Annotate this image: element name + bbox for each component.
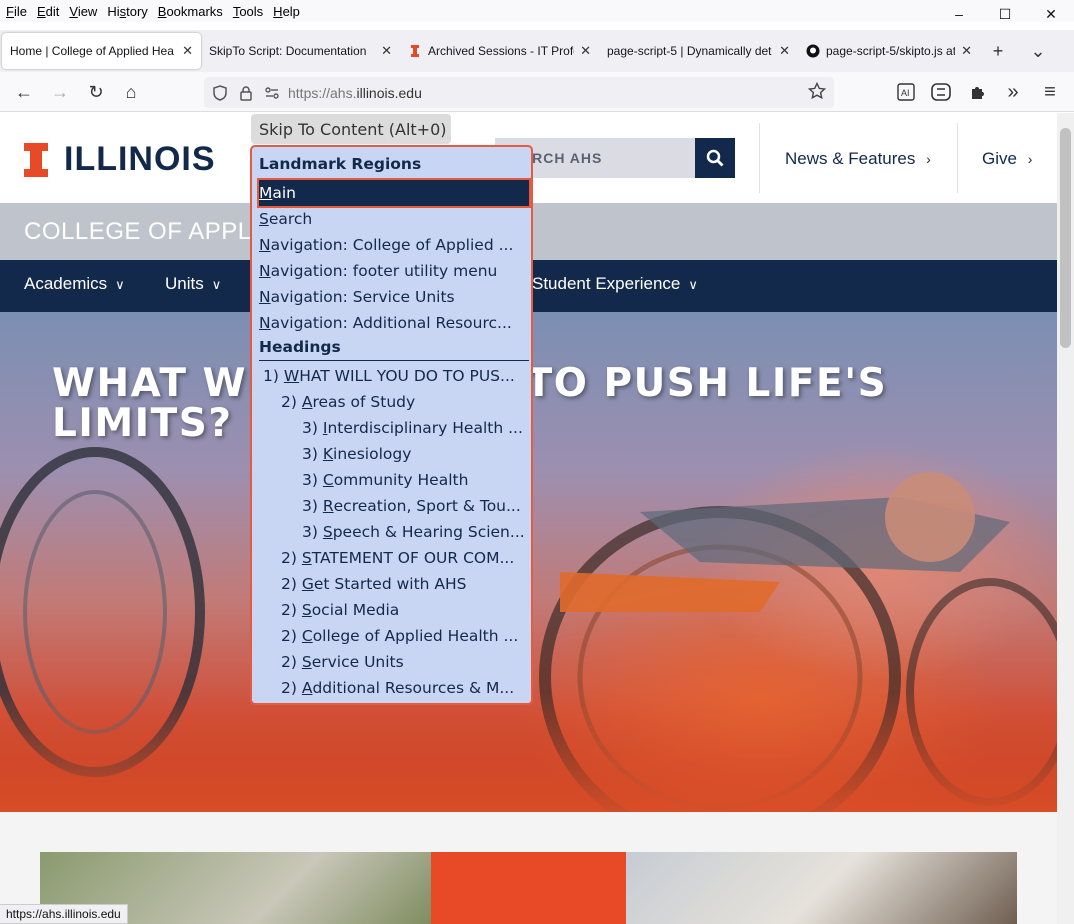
menu-bookmarks[interactable]: Bookmarks: [153, 4, 228, 19]
page-scrollbar[interactable]: [1057, 113, 1074, 924]
app-menu-button[interactable]: ≡: [1036, 78, 1064, 106]
tab-label: page-script-5/skipto.js at m: [826, 44, 956, 58]
skipto-button[interactable]: Skip To Content (Alt+0): [251, 114, 451, 144]
back-button[interactable]: ←: [10, 78, 38, 106]
url-bar[interactable]: https://ahs.illinois.edu: [204, 77, 834, 108]
news-features-link[interactable]: News & Features ›: [785, 149, 931, 169]
illinois-logo[interactable]: ILLINOIS: [24, 140, 216, 179]
tab-label: Home | College of Applied Hea: [10, 44, 174, 58]
menu-edit[interactable]: Edit: [32, 4, 64, 19]
skipto-heading-3[interactable]: 3) Kinesiology: [259, 441, 529, 467]
scrollbar-thumb[interactable]: [1060, 128, 1071, 348]
feature-orange-block[interactable]: [431, 852, 626, 924]
extension-s-icon[interactable]: [931, 83, 951, 101]
skipto-landmark-nav-additional[interactable]: Navigation: Additional Resourc...: [259, 310, 529, 336]
illinois-block-i-icon: [411, 45, 419, 57]
forward-button[interactable]: →: [46, 78, 74, 106]
overflow-menu-button[interactable]: »: [999, 78, 1027, 106]
divider: [759, 123, 760, 193]
skipto-heading-3[interactable]: 3) Community Health: [259, 467, 529, 493]
tab-page-script[interactable]: page-script-5 | Dynamically det ✕: [599, 33, 798, 69]
menu-tools[interactable]: Tools: [228, 4, 268, 19]
skipto-heading-2[interactable]: 2) Additional Resources & M...: [259, 675, 529, 701]
menu-file[interactable]: File: [0, 4, 32, 19]
skipto-heading-3[interactable]: 3) Recreation, Sport & Tou...: [259, 493, 529, 519]
close-tab-icon[interactable]: ✕: [961, 43, 972, 59]
headings-heading: Headings: [259, 338, 341, 356]
svg-text:AI: AI: [901, 88, 910, 98]
tab-github-skipto[interactable]: page-script-5/skipto.js at m ✕: [798, 33, 980, 69]
chevron-down-icon: ∨: [211, 277, 222, 292]
bookmark-star-icon[interactable]: [808, 82, 826, 100]
menu-bar: File Edit View History Bookmarks Tools H…: [0, 0, 1074, 22]
close-tab-icon[interactable]: ✕: [779, 43, 790, 59]
skipto-heading-2[interactable]: 2) S TATEMENT OF OUR COM...: [259, 545, 529, 571]
menu-view[interactable]: View: [64, 4, 102, 19]
skipto-landmark-nav-college[interactable]: Navigation: College of Applied ...: [259, 232, 529, 258]
track: [0, 692, 1057, 812]
tab-bar: Home | College of Applied Hea ✕ SkipTo S…: [0, 30, 1074, 72]
skipto-heading-3[interactable]: 3) Speech & Hearing Scien...: [259, 519, 529, 545]
close-tab-icon[interactable]: ✕: [580, 43, 591, 59]
nav-academics[interactable]: Academics ∨: [24, 274, 125, 294]
permissions-icon[interactable]: [264, 85, 280, 101]
skipto-menu: Landmark Regions Main Search Navigation:…: [250, 145, 533, 705]
tab-label: SkipTo Script: Documentation: [209, 44, 367, 58]
skipto-landmark-nav-service[interactable]: Navigation: Service Units: [259, 284, 529, 310]
github-icon: [806, 44, 820, 58]
close-tab-icon[interactable]: ✕: [182, 43, 193, 59]
skipto-heading-2[interactable]: 2) Social Media: [259, 597, 529, 623]
tab-label: Archived Sessions - IT Profes: [428, 44, 575, 58]
site-search-button[interactable]: [695, 138, 735, 178]
feature-image-people[interactable]: [626, 852, 1017, 924]
tab-archived-sessions[interactable]: Archived Sessions - IT Profes ✕: [400, 33, 599, 69]
nav-student-experience[interactable]: Student Experience ∨: [532, 274, 698, 294]
menu-help[interactable]: Help: [268, 4, 305, 19]
menu-history[interactable]: History: [102, 4, 152, 19]
new-tab-button[interactable]: +: [980, 33, 1016, 69]
skipto-landmark-nav-footer[interactable]: Navigation: footer utility menu: [259, 258, 529, 284]
reload-button[interactable]: ↻: [82, 78, 110, 106]
chevron-down-icon: ∨: [115, 277, 125, 292]
divider: [957, 123, 958, 193]
landmark-regions-heading: Landmark Regions: [259, 155, 422, 173]
chevron-down-icon: ∨: [688, 277, 698, 292]
skipto-heading-2[interactable]: 2) Service Units: [259, 649, 529, 675]
logo-wordmark: ILLINOIS: [64, 140, 216, 178]
tab-skipto-docs[interactable]: SkipTo Script: Documentation ✕: [201, 33, 400, 69]
skipto-landmark-search[interactable]: Search: [259, 206, 529, 232]
search-icon: [706, 149, 724, 167]
skipto-landmark-main[interactable]: Main: [257, 178, 531, 208]
ai-extension-icon[interactable]: AI: [897, 83, 915, 101]
tab-ahs-home[interactable]: Home | College of Applied Hea ✕: [2, 33, 201, 69]
window-controls: – ☐ ✕: [936, 0, 1074, 28]
skipto-heading-2[interactable]: 2) Areas of Study: [259, 389, 529, 415]
close-tab-icon[interactable]: ✕: [381, 43, 392, 59]
chevron-right-icon: ›: [926, 151, 931, 167]
skipto-heading-1[interactable]: 1) W HAT WILL YOU DO TO PUS...: [259, 363, 529, 389]
headings-divider: [259, 360, 529, 361]
home-button[interactable]: ⌂: [117, 78, 145, 106]
feature-cards: [0, 812, 1057, 924]
chevron-right-icon: ›: [1027, 151, 1033, 167]
status-bar-link-preview: https://ahs.illinois.edu: [0, 904, 128, 924]
nav-units[interactable]: Units ∨: [165, 274, 221, 294]
shield-icon[interactable]: [212, 84, 228, 101]
minimize-button[interactable]: –: [936, 0, 982, 28]
lock-icon[interactable]: [238, 85, 254, 101]
skipto-heading-2[interactable]: 2) Get Started with AHS: [259, 571, 529, 597]
nav-toolbar: ← → ↻ ⌂ https://ahs.illinois.edu AI » ≡: [0, 72, 1074, 112]
skipto-heading-3[interactable]: 3) Interdisciplinary Health ...: [259, 415, 529, 441]
extensions-puzzle-icon[interactable]: [969, 83, 987, 101]
close-window-button[interactable]: ✕: [1028, 0, 1074, 28]
maximize-button[interactable]: ☐: [982, 0, 1028, 28]
give-link[interactable]: Give ›: [982, 149, 1032, 169]
tab-label: page-script-5 | Dynamically det: [607, 44, 772, 58]
skipto-heading-2[interactable]: 2) College of Applied Health ...: [259, 623, 529, 649]
block-i-icon: [24, 142, 48, 177]
url-text[interactable]: https://ahs.illinois.edu: [288, 85, 422, 101]
list-tabs-button[interactable]: ⌄: [1020, 33, 1056, 69]
